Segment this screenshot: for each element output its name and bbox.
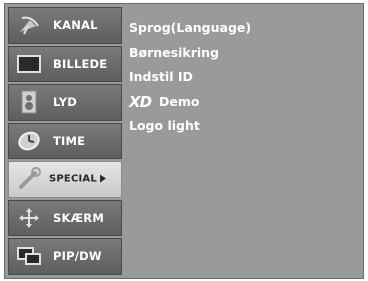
chevron-right-icon	[99, 174, 106, 183]
sidebar-item-lyd[interactable]: LYD	[8, 84, 122, 121]
sidebar-item-skaerm[interactable]: SKÆRM	[8, 199, 122, 236]
satellite-dish-icon	[15, 13, 43, 37]
osd-menu-panel: KANAL BILLEDE LYD TIME SPECIAL SKÆRM PIP…	[4, 3, 364, 279]
option-language[interactable]: Sprog(Language)	[129, 16, 359, 41]
option-xd-demo-label: Demo	[159, 93, 200, 109]
option-xd-demo[interactable]: XD Demo	[129, 90, 359, 115]
options-list: Sprog(Language) Børnesikring Indstil ID …	[129, 16, 359, 139]
option-child-lock[interactable]: Børnesikring	[129, 41, 359, 66]
sidebar-item-pip-dw[interactable]: PIP/DW	[8, 238, 122, 275]
sidebar-item-label: BILLEDE	[53, 56, 108, 71]
sidebar-item-label: TIME	[53, 133, 86, 148]
screen: KANAL BILLEDE LYD TIME SPECIAL SKÆRM PIP…	[0, 0, 368, 281]
sidebar-item-label: PIP/DW	[53, 249, 102, 264]
sidebar: KANAL BILLEDE LYD TIME SPECIAL SKÆRM PIP…	[8, 7, 122, 275]
wrench-icon	[15, 167, 43, 191]
picture-in-picture-icon	[15, 244, 43, 268]
clock-icon	[15, 129, 43, 153]
sidebar-item-label: SPECIAL	[49, 174, 117, 185]
sidebar-item-kanal[interactable]: KANAL	[8, 7, 122, 44]
speaker-icon	[15, 90, 43, 114]
sidebar-item-label: LYD	[53, 95, 78, 110]
move-arrows-icon	[15, 206, 43, 230]
xd-logo: XD	[129, 92, 152, 111]
option-set-id[interactable]: Indstil ID	[129, 65, 359, 90]
option-logo-light[interactable]: Logo light	[129, 114, 359, 139]
sidebar-item-label: SKÆRM	[53, 210, 104, 225]
sidebar-item-special[interactable]: SPECIAL	[8, 161, 122, 198]
sidebar-item-billede[interactable]: BILLEDE	[8, 45, 122, 82]
sidebar-item-time[interactable]: TIME	[8, 122, 122, 159]
tv-screen-icon	[15, 52, 43, 76]
sidebar-item-label: KANAL	[53, 18, 98, 33]
